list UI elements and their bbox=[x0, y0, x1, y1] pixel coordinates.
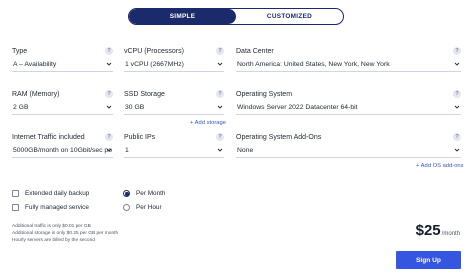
customized-tab[interactable]: CUSTOMIZED bbox=[236, 9, 343, 24]
vcpu-value: 1 vCPU (2667MHz) bbox=[125, 61, 184, 68]
chevron-down-icon bbox=[217, 105, 223, 109]
ram-label: RAM (Memory) bbox=[12, 91, 60, 98]
help-icon[interactable]: ? bbox=[453, 47, 461, 55]
managed-service-checkbox[interactable] bbox=[12, 204, 19, 211]
ram-value: 2 GB bbox=[13, 104, 29, 111]
per-hour-option[interactable]: Per Hour bbox=[123, 204, 162, 211]
help-icon[interactable]: ? bbox=[216, 133, 224, 141]
add-storage-link[interactable]: + Add storage bbox=[190, 120, 226, 126]
os-select[interactable]: Windows Server 2022 Datacenter 64-bit bbox=[236, 103, 461, 115]
os-addons-select[interactable]: None bbox=[236, 146, 461, 158]
per-month-option[interactable]: Per Month bbox=[123, 190, 165, 197]
os-label: Operating System bbox=[236, 91, 293, 98]
ssd-select[interactable]: 30 GB bbox=[124, 103, 224, 115]
help-icon[interactable]: ? bbox=[105, 133, 113, 141]
help-icon[interactable]: ? bbox=[453, 90, 461, 98]
ips-select[interactable]: 1 bbox=[124, 146, 224, 158]
os-addons-value: None bbox=[237, 147, 254, 154]
chevron-down-icon bbox=[106, 105, 112, 109]
chevron-down-icon bbox=[106, 148, 112, 152]
price-display: $25 /month bbox=[416, 222, 460, 239]
add-os-addons-link[interactable]: + Add OS add-ons bbox=[416, 163, 464, 169]
datacenter-value: North America: United States, New York, … bbox=[237, 61, 390, 68]
extended-backup-option[interactable]: Extended daily backup bbox=[12, 190, 89, 197]
ssd-value: 30 GB bbox=[125, 104, 145, 111]
vcpu-label: vCPU (Processors) bbox=[124, 48, 184, 55]
managed-service-option[interactable]: Fully managed service bbox=[12, 204, 89, 211]
vcpu-select[interactable]: 1 vCPU (2667MHz) bbox=[124, 60, 224, 72]
note-line: Additional storage is only $0.25 per GB … bbox=[12, 231, 119, 237]
chevron-down-icon bbox=[106, 62, 112, 66]
chevron-down-icon bbox=[217, 62, 223, 66]
traffic-select[interactable]: 5000GB/month on 10Gbit/sec po bbox=[12, 146, 113, 158]
help-icon[interactable]: ? bbox=[216, 47, 224, 55]
per-hour-radio[interactable] bbox=[123, 204, 130, 211]
sign-up-button[interactable]: Sign Up bbox=[396, 251, 461, 269]
pricing-notes: Additional traffic is only $0.01 per GB … bbox=[12, 223, 118, 245]
plan-toggle: SIMPLE CUSTOMIZED bbox=[128, 8, 344, 25]
price-period: /month bbox=[441, 231, 460, 237]
ips-value: 1 bbox=[125, 147, 129, 154]
type-label: Type bbox=[12, 48, 28, 55]
note-line: Hourly servers are billed by the second bbox=[12, 238, 95, 244]
price-amount: $25 bbox=[415, 222, 441, 239]
ips-label: Public IPs bbox=[124, 134, 156, 141]
traffic-label: Internet Traffic included bbox=[12, 134, 85, 141]
per-month-radio[interactable] bbox=[123, 190, 130, 197]
datacenter-select[interactable]: North America: United States, New York, … bbox=[236, 60, 461, 72]
chevron-down-icon bbox=[217, 148, 223, 152]
chevron-down-icon bbox=[454, 62, 460, 66]
note-line: Additional traffic is only $0.01 per GB bbox=[12, 224, 91, 229]
os-addons-label: Operating System Add-Ons bbox=[236, 134, 322, 141]
os-value: Windows Server 2022 Datacenter 64-bit bbox=[237, 104, 358, 111]
type-select[interactable]: A – Availability bbox=[12, 60, 113, 72]
help-icon[interactable]: ? bbox=[453, 133, 461, 141]
datacenter-label: Data Center bbox=[236, 48, 274, 55]
help-icon[interactable]: ? bbox=[216, 90, 224, 98]
ssd-label: SSD Storage bbox=[124, 91, 165, 98]
ram-select[interactable]: 2 GB bbox=[12, 103, 113, 115]
per-hour-label: Per Hour bbox=[136, 204, 162, 211]
type-value: A – Availability bbox=[13, 61, 57, 68]
chevron-down-icon bbox=[454, 148, 460, 152]
help-icon[interactable]: ? bbox=[105, 90, 113, 98]
extended-backup-checkbox[interactable] bbox=[12, 190, 19, 197]
traffic-value: 5000GB/month on 10Gbit/sec po bbox=[13, 147, 112, 154]
extended-backup-label: Extended daily backup bbox=[25, 190, 90, 197]
simple-tab[interactable]: SIMPLE bbox=[129, 9, 236, 24]
help-icon[interactable]: ? bbox=[105, 47, 113, 55]
chevron-down-icon bbox=[454, 105, 460, 109]
per-month-label: Per Month bbox=[136, 190, 166, 197]
managed-service-label: Fully managed service bbox=[25, 204, 89, 211]
